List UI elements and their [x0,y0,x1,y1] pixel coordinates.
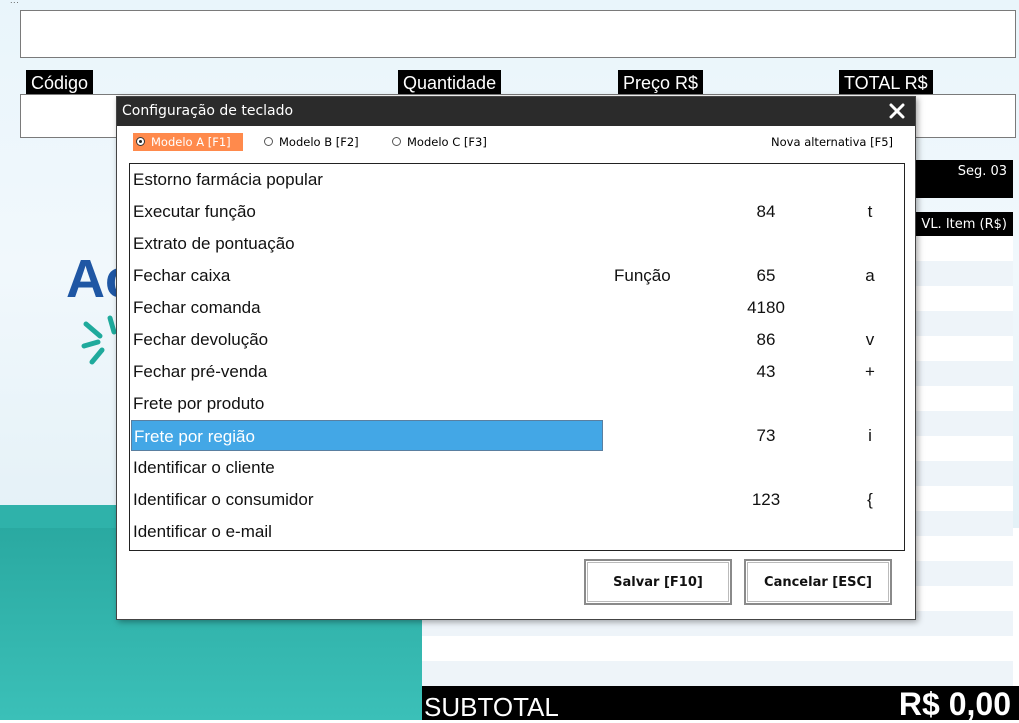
function-name: Identificar o cliente [133,458,275,477]
function-key: t [867,202,873,221]
subtotal-bar: SUBTOTAL R$ 0,00 [422,686,1019,722]
item-value-column-header: VL. Item (R$) [905,212,1013,236]
function-key: + [865,362,875,381]
column-label-codigo: Código [26,70,94,96]
radio-modelo-a[interactable]: Modelo A [F1] [133,133,243,151]
function-code: 86 [756,330,776,349]
list-item[interactable]: Fechar caixa Função 65 a [130,260,902,292]
list-item[interactable]: Extrato de pontuação [130,228,902,260]
function-code: 123 [751,490,781,509]
function-key: { [867,490,873,509]
function-name: Frete por produto [133,394,265,413]
function-name: Extrato de pontuação [133,234,295,253]
function-code: 43 [756,362,776,381]
function-name: Identificar o e-mail [133,522,272,541]
cancel-button[interactable]: Cancelar [ESC] [744,559,892,605]
function-name: Fechar comanda [133,298,261,317]
function-name: Fechar pré-venda [133,362,268,381]
function-code: 73 [756,426,776,445]
radio-modelo-c[interactable]: Modelo C [F3] [389,133,487,151]
list-item[interactable]: Estorno farmácia popular [130,164,902,196]
keyboard-config-dialog: Configuração de teclado Modelo A [F1] Mo… [116,96,916,620]
subtotal-value: R$ 0,00 [898,686,1011,722]
save-button[interactable]: Salvar [F10] [584,559,732,605]
function-name: Estorno farmácia popular [133,170,323,189]
function-name: Fechar caixa [133,266,231,285]
dialog-title-bar: Configuração de teclado [117,97,915,126]
radio-label: Modelo B [F2] [279,135,359,149]
radio-dot-icon [136,137,145,146]
list-item[interactable]: Fechar comanda 4180 [130,292,902,324]
function-key: a [865,266,875,285]
list-item-selected[interactable]: Frete por região 73 i [130,420,902,452]
model-radio-group: Modelo A [F1] Modelo B [F2] Modelo C [F3… [133,133,893,151]
close-icon[interactable] [885,99,909,123]
column-label-quantidade: Quantidade [398,70,502,96]
subtotal-label: SUBTOTAL [424,692,559,722]
list-item[interactable]: Fechar pré-venda 43 + [130,356,902,388]
side-header: Seg. 03 [905,160,1013,198]
list-item[interactable]: Identificar o e-mail [130,516,902,548]
list-item[interactable]: Frete por produto [130,388,902,420]
product-description-field[interactable] [20,10,1016,58]
function-name: Identificar o consumidor [133,490,314,509]
top-note: ... [10,0,20,5]
function-type: Função [614,266,671,285]
function-code: 65 [756,266,776,285]
function-key: v [865,330,875,349]
radio-dot-icon [264,137,273,146]
radio-modelo-b[interactable]: Modelo B [F2] [261,133,359,151]
function-code: 84 [756,202,776,221]
function-name: Executar função [133,202,256,221]
function-name: Fechar devolução [133,330,269,349]
radio-label: Modelo A [F1] [151,135,231,149]
function-code: 4180 [747,298,785,317]
list-item[interactable]: Executar função 84 t [130,196,902,228]
column-label-preco: Preço R$ [618,70,704,96]
dialog-title: Configuração de teclado [122,103,294,119]
function-name: Frete por região [131,420,603,451]
list-item[interactable]: Identificar o consumidor 123 { [130,484,902,516]
radio-dot-icon [392,137,401,146]
shortcut-list[interactable]: Estorno farmácia popular Executar função… [129,163,905,551]
radio-label: Modelo C [F3] [407,135,487,149]
function-key: i [868,426,872,445]
list-item[interactable]: Fechar devolução 86 v [130,324,902,356]
column-label-total: TOTAL R$ [839,70,933,96]
list-item[interactable]: Identificar o cliente [130,452,902,484]
new-alternative-link[interactable]: Nova alternativa [F5] [771,133,893,151]
